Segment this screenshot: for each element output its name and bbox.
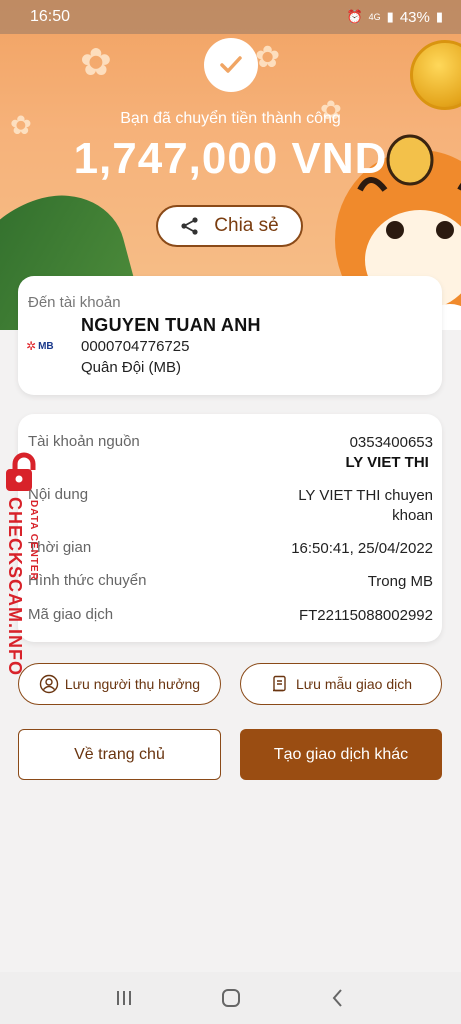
source-account-name: LY VIET THI (345, 454, 429, 471)
watermark-text: CHECKSCAM.INFO (5, 497, 25, 676)
gold-coin-decoration (410, 40, 461, 110)
transaction-id-label: Mã giao dịch (28, 606, 114, 623)
transfer-amount: 1,747,000 VND (73, 134, 388, 183)
method-label: Hình thức chuyển (28, 572, 147, 589)
method-row: Hình thức chuyển Trong MB (28, 572, 433, 592)
flower-decoration-icon: ✿ (80, 42, 112, 84)
save-recipient-button[interactable]: Lưu người thụ hưởng (18, 663, 221, 705)
mb-star-icon: ✲ (26, 339, 37, 353)
network-type: 4G (368, 12, 381, 22)
home-button[interactable]: Về trang chủ (18, 729, 221, 780)
success-message: Bạn đã chuyển tiền thành công (120, 110, 341, 127)
mb-bank-logo: ✲ MB (26, 339, 54, 353)
recent-apps-icon[interactable] (113, 987, 135, 1009)
recipient-bank: Quân Đội (MB) (81, 359, 182, 376)
status-icons: ⏰ 4G ▮ 43% ▮ (346, 9, 443, 26)
source-account-row: Tài khoản nguồn 0353400653 LY VIET THI (28, 433, 433, 473)
document-icon (273, 675, 286, 692)
recipient-name: NGUYEN TUAN ANH (81, 315, 261, 335)
source-account-value: 0353400653 LY VIET THI (345, 433, 433, 473)
method-value: Trong MB (367, 573, 433, 590)
save-recipient-label: Lưu người thụ hưởng (64, 676, 201, 692)
transaction-id-value: FT22115088002992 (298, 607, 433, 624)
new-transaction-button[interactable]: Tạo giao dịch khác (240, 729, 442, 780)
battery-level: 43% (399, 8, 430, 26)
home-nav-icon[interactable] (220, 987, 242, 1009)
transaction-id-row: Mã giao dịch FT22115088002992 (28, 606, 433, 626)
transaction-details-card: Tài khoản nguồn 0353400653 LY VIET THI N… (18, 414, 442, 642)
back-icon[interactable] (327, 987, 349, 1009)
content-row: Nội dung LY VIET THI chuyen khoan (28, 486, 433, 526)
share-button[interactable]: Chia sẻ (156, 205, 303, 247)
battery-icon: ▮ (435, 9, 443, 24)
signal-icon: ▮ (386, 9, 394, 24)
status-time: 16:50 (30, 8, 71, 25)
save-template-button[interactable]: Lưu mẫu giao dịch (240, 663, 442, 705)
save-template-label: Lưu mẫu giao dịch (296, 676, 412, 692)
time-value: 16:50:41, 25/04/2022 (291, 540, 433, 557)
content-value: LY VIET THI chuyen khoan (298, 487, 433, 524)
status-bar: 16:50 ⏰ 4G ▮ 43% ▮ (0, 0, 461, 34)
flower-decoration-icon: ✿ (255, 41, 281, 74)
source-account-number: 0353400653 (349, 434, 433, 451)
share-icon (181, 217, 198, 235)
user-circle-icon (39, 674, 59, 694)
time-row: Thời gian 16:50:41, 25/04/2022 (28, 539, 433, 559)
watermark-subtext: DATA CENTER (28, 500, 39, 581)
share-label: Chia sẻ (214, 215, 279, 236)
lock-watermark-icon (6, 452, 36, 491)
system-nav-bar (0, 972, 461, 1024)
alarm-icon: ⏰ (346, 9, 363, 24)
recipient-account: 0000704776725 (81, 338, 190, 355)
success-check-icon (204, 38, 258, 92)
destination-label: Đến tài khoản (28, 294, 121, 311)
destination-card: Đến tài khoản ✲ MB NGUYEN TUAN ANH 00007… (18, 276, 442, 395)
